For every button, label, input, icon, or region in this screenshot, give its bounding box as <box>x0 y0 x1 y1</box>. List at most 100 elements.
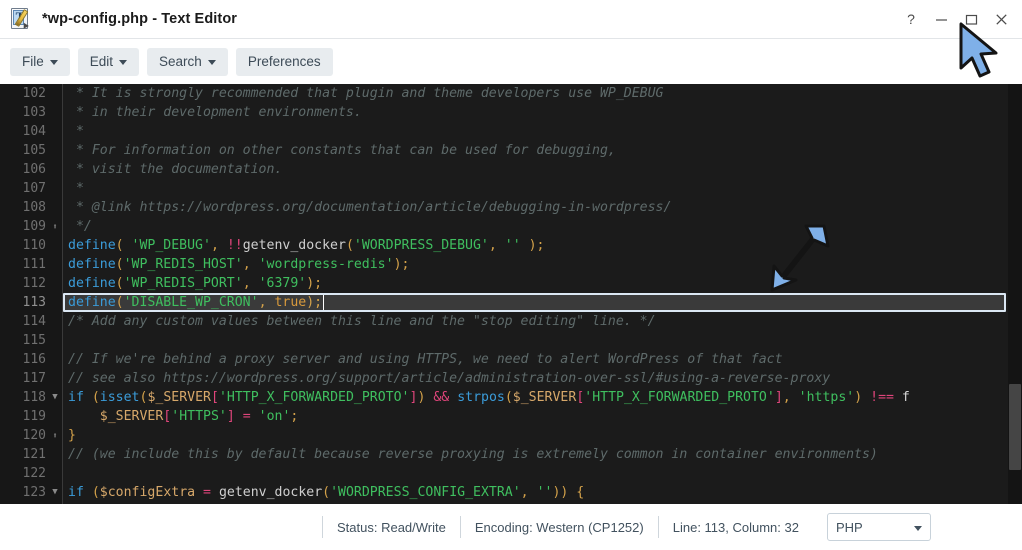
file-menu-button[interactable]: File <box>10 47 70 76</box>
code-text: * <box>68 124 84 139</box>
line-number: 115 <box>22 333 46 348</box>
minimize-button[interactable] <box>926 2 956 36</box>
line-number: 123 <box>22 485 46 500</box>
code-line[interactable]: 109 ⬆ */ <box>0 217 1022 236</box>
code-text: // If we're behind a proxy server and us… <box>68 352 783 367</box>
line-number: 117 <box>22 371 46 386</box>
code-text: */ <box>68 219 92 234</box>
code-line[interactable]: 103 * in their development environments. <box>0 103 1022 122</box>
status-encoding: Encoding: Western (CP1252) <box>474 519 644 535</box>
code-text: define( 'WP_DEBUG', !!getenv_docker('WOR… <box>68 238 545 253</box>
line-number: 110 <box>22 238 46 253</box>
status-readwrite: Status: Read/Write <box>337 519 446 535</box>
code-line[interactable]: 110 define( 'WP_DEBUG', !!getenv_docker('… <box>0 236 1022 255</box>
code-line[interactable]: 121 // (we include this by default becaus… <box>0 445 1022 464</box>
edit-menu-label: Edit <box>89 54 114 69</box>
preferences-button[interactable]: Preferences <box>235 47 333 76</box>
line-number: 120 <box>22 428 46 443</box>
line-number: 111 <box>22 257 46 272</box>
text-caret <box>323 295 324 310</box>
file-menu-label: File <box>22 54 44 69</box>
code-editor[interactable]: 102 * It is strongly recommended that pl… <box>0 84 1022 504</box>
close-icon <box>995 13 1007 25</box>
code-text: // see also https://wordpress.org/suppor… <box>68 371 831 386</box>
window-title-bar: T *wp-config.php - Text Editor ? <box>0 0 1022 38</box>
chevron-down-icon <box>119 60 128 65</box>
code-line[interactable]: 118 ▼ if (isset($_SERVER['HTTP_X_FORWARDED… <box>0 388 1022 407</box>
line-number: 108 <box>22 200 46 215</box>
line-number: 112 <box>22 276 46 291</box>
code-text: * visit the documentation. <box>68 162 283 177</box>
code-line[interactable]: 114 /* Add any custom values between this… <box>0 312 1022 331</box>
code-text: * It is strongly recommended that plugin… <box>68 86 664 101</box>
line-number: 119 <box>22 409 46 424</box>
editor-vertical-scrollbar[interactable] <box>1008 84 1022 504</box>
search-menu-button[interactable]: Search <box>147 47 228 76</box>
status-bar: Status: Read/Write Encoding: Western (CP… <box>0 504 1022 550</box>
code-line[interactable]: 102 * It is strongly recommended that pl… <box>0 84 1022 103</box>
code-line[interactable]: 122 <box>0 464 1022 483</box>
fold-collapse-icon[interactable]: ⬆ <box>50 426 60 445</box>
code-line[interactable]: 108 * @link https://wordpress.org/docume… <box>0 198 1022 217</box>
fold-expand-icon[interactable]: ▼ <box>50 483 60 502</box>
language-select-value: PHP <box>835 519 863 535</box>
code-line[interactable]: 112 define('WP_REDIS_PORT', '6379'); <box>0 274 1022 293</box>
chevron-down-icon <box>913 525 922 531</box>
help-icon: ? <box>907 11 915 27</box>
line-number: 102 <box>22 86 46 101</box>
code-text: if ($configExtra = getenv_docker('WORDPR… <box>68 485 585 500</box>
code-text: * For information on other constants tha… <box>68 143 616 158</box>
line-number: 122 <box>22 466 46 481</box>
code-line[interactable]: 123 ▼ if ($configExtra = getenv_docker('WO… <box>0 483 1022 502</box>
line-number: 114 <box>22 314 46 329</box>
code-text: if (isset($_SERVER['HTTP_X_FORWARDED_PRO… <box>68 390 910 405</box>
code-line[interactable]: 117 // see also https://wordpress.org/sup… <box>0 369 1022 388</box>
language-select[interactable]: PHP <box>826 513 931 541</box>
code-text: * in their development environments. <box>68 105 362 120</box>
chevron-down-icon <box>49 60 58 65</box>
help-button[interactable]: ? <box>896 2 926 36</box>
line-number: 106 <box>22 162 46 177</box>
code-line[interactable]: 119 $_SERVER['HTTPS'] = 'on'; <box>0 407 1022 426</box>
code-text: define('WP_REDIS_PORT', '6379'); <box>68 276 323 291</box>
line-number: 113 <box>22 295 46 310</box>
text-editor-icon: T <box>10 8 32 31</box>
code-text: // (we include this by default because r… <box>68 447 878 462</box>
code-line[interactable]: 105 * For information on other constants… <box>0 141 1022 160</box>
line-number: 109 <box>22 219 46 234</box>
code-text: * <box>68 181 84 196</box>
code-line[interactable]: 116 // If we're behind a proxy server and… <box>0 350 1022 369</box>
fold-expand-icon[interactable]: ▼ <box>50 388 60 407</box>
code-line[interactable]: 115 <box>0 331 1022 350</box>
chevron-down-icon <box>207 60 216 65</box>
window-title: *wp-config.php - Text Editor <box>42 11 238 27</box>
code-line[interactable]: 106 * visit the documentation. <box>0 160 1022 179</box>
line-number: 116 <box>22 352 46 367</box>
code-line[interactable]: 107 * <box>0 179 1022 198</box>
scrollbar-thumb[interactable] <box>1009 384 1021 470</box>
code-line[interactable]: 113 define('DISABLE_WP_CRON', true); <box>0 293 1022 312</box>
maximize-button[interactable] <box>956 2 986 36</box>
line-number: 105 <box>22 143 46 158</box>
code-line[interactable]: 111 define('WP_REDIS_HOST', 'wordpress-re… <box>0 255 1022 274</box>
code-text: define('WP_REDIS_HOST', 'wordpress-redis… <box>68 257 410 272</box>
code-text: } <box>68 428 76 443</box>
line-number: 121 <box>22 447 46 462</box>
main-toolbar: File Edit Search Preferences <box>0 38 1022 84</box>
code-text: define('DISABLE_WP_CRON', true); <box>68 295 323 310</box>
minimize-icon <box>935 18 947 21</box>
line-number: 118 <box>22 390 46 405</box>
line-number: 103 <box>22 105 46 120</box>
line-number: 104 <box>22 124 46 139</box>
code-text: * @link https://wordpress.org/documentat… <box>68 200 672 215</box>
fold-collapse-icon[interactable]: ⬆ <box>50 217 60 236</box>
edit-menu-button[interactable]: Edit <box>77 47 140 76</box>
code-line[interactable]: 104 * <box>0 122 1022 141</box>
code-lines-container[interactable]: 102 * It is strongly recommended that pl… <box>0 84 1022 502</box>
code-text: /* Add any custom values between this li… <box>68 314 656 329</box>
code-line[interactable]: 120 ⬆} <box>0 426 1022 445</box>
close-button[interactable] <box>986 2 1016 36</box>
window-controls: ? <box>896 0 1022 38</box>
preferences-label: Preferences <box>247 54 321 69</box>
search-menu-label: Search <box>159 54 202 69</box>
